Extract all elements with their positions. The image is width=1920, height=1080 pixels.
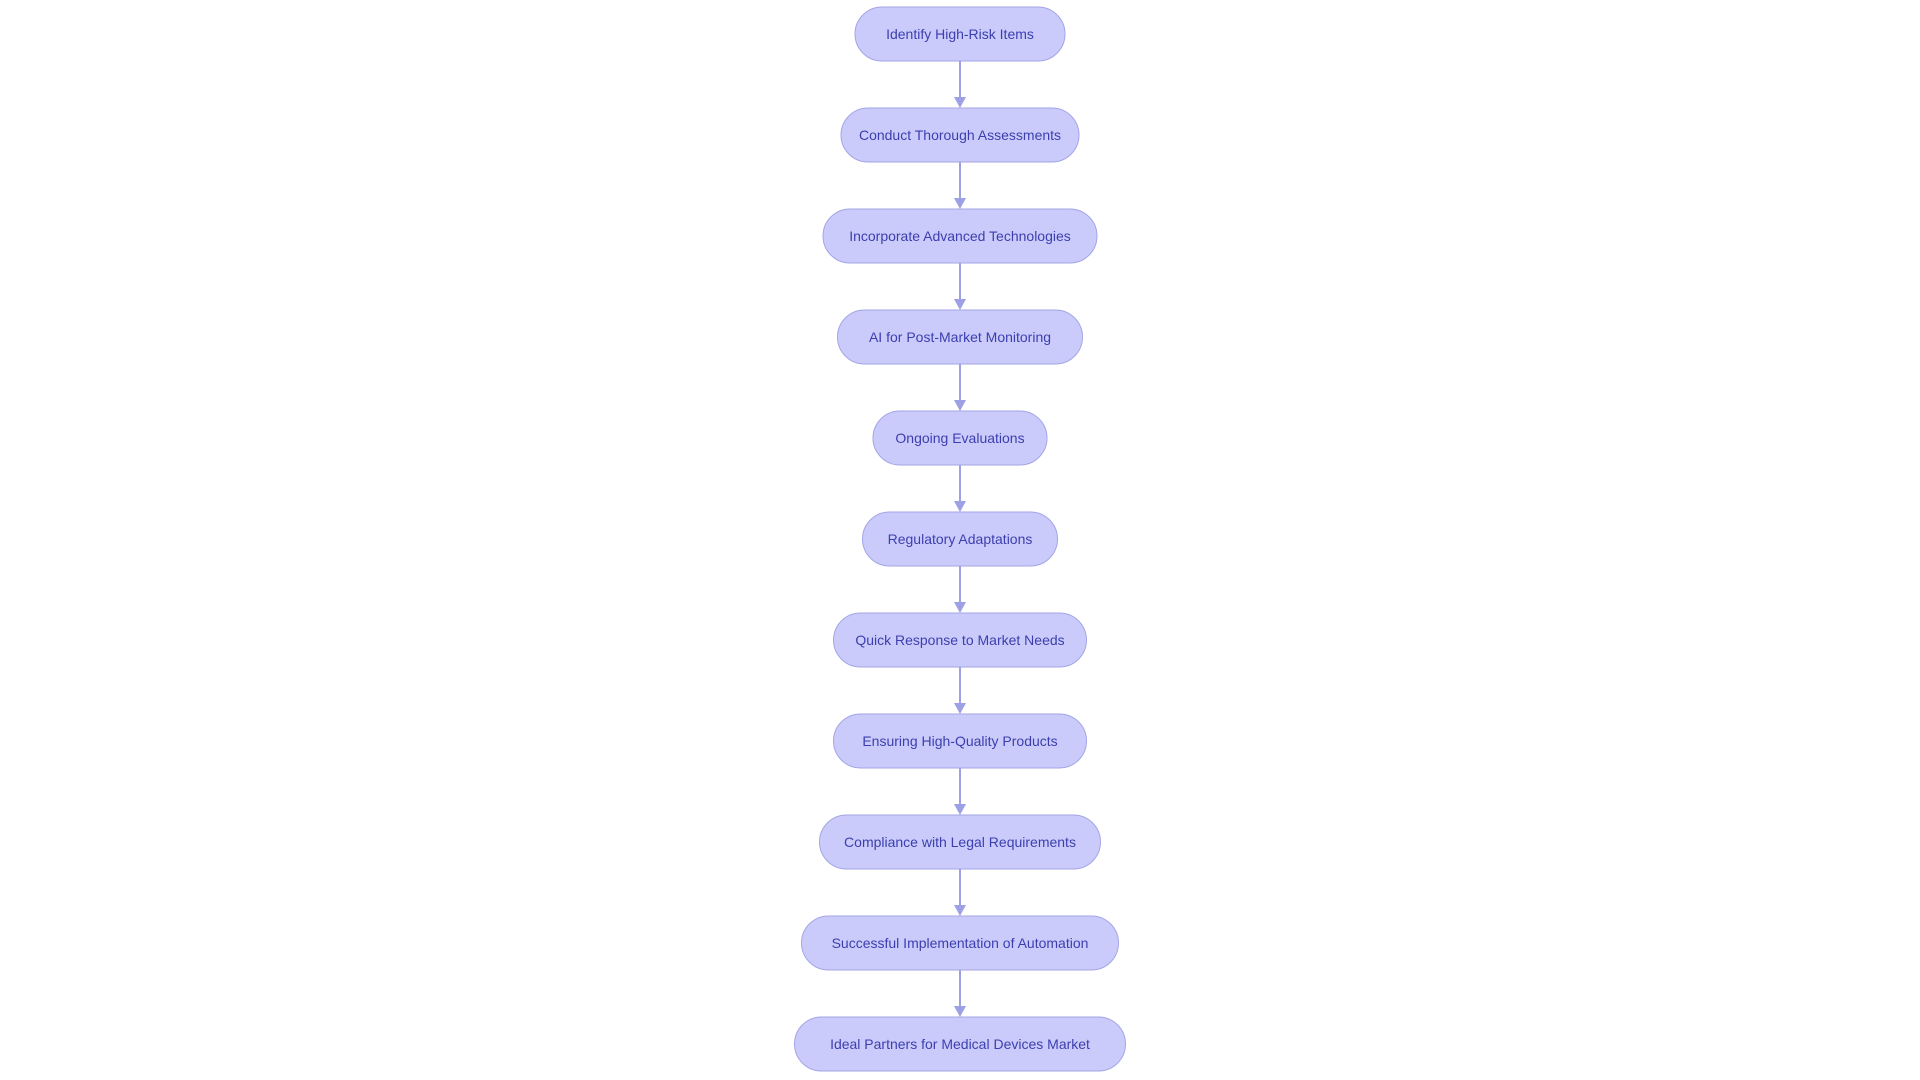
arrowhead-icon xyxy=(954,804,966,815)
arrowhead-icon xyxy=(954,400,966,411)
arrowhead-icon xyxy=(954,501,966,512)
arrowhead-icon xyxy=(954,1006,966,1017)
arrowhead-icon xyxy=(954,299,966,310)
flowchart-node: Ensuring High-Quality Products xyxy=(833,713,1087,769)
flowchart-edge xyxy=(954,465,966,512)
flowchart-node: Successful Implementation of Automation xyxy=(801,915,1119,971)
flowchart-edge xyxy=(954,970,966,1017)
flowchart-edge xyxy=(954,566,966,613)
flowchart-diagram: Identify High-Risk Items Conduct Thorough… xyxy=(794,6,1126,1072)
flowchart-node: Regulatory Adaptations xyxy=(862,511,1058,567)
node-label: Regulatory Adaptations xyxy=(888,531,1033,547)
flowchart-edge xyxy=(954,667,966,714)
flowchart-edge xyxy=(954,869,966,916)
flowchart-node: Identify High-Risk Items xyxy=(854,6,1066,62)
arrowhead-icon xyxy=(954,703,966,714)
node-label: Ensuring High-Quality Products xyxy=(862,733,1057,749)
arrowhead-icon xyxy=(954,97,966,108)
flowchart-edge xyxy=(954,364,966,411)
node-label: Successful Implementation of Automation xyxy=(832,935,1089,951)
node-label: AI for Post-Market Monitoring xyxy=(869,329,1051,345)
flowchart-node: Ideal Partners for Medical Devices Marke… xyxy=(794,1016,1126,1072)
flowchart-edge xyxy=(954,162,966,209)
flowchart-edge xyxy=(954,61,966,108)
flowchart-node: AI for Post-Market Monitoring xyxy=(837,309,1083,365)
flowchart-node: Quick Response to Market Needs xyxy=(833,612,1087,668)
node-label: Quick Response to Market Needs xyxy=(855,632,1064,648)
flowchart-node: Compliance with Legal Requirements xyxy=(819,814,1101,870)
node-label: Identify High-Risk Items xyxy=(886,26,1034,42)
arrowhead-icon xyxy=(954,905,966,916)
node-label: Ongoing Evaluations xyxy=(895,430,1024,446)
node-label: Compliance with Legal Requirements xyxy=(844,834,1076,850)
arrowhead-icon xyxy=(954,198,966,209)
flowchart-node: Incorporate Advanced Technologies xyxy=(822,208,1098,264)
flowchart-node: Conduct Thorough Assessments xyxy=(840,107,1080,163)
flowchart-node: Ongoing Evaluations xyxy=(872,410,1048,466)
node-label: Ideal Partners for Medical Devices Marke… xyxy=(830,1036,1090,1052)
flowchart-edge xyxy=(954,263,966,310)
flowchart-edge xyxy=(954,768,966,815)
arrowhead-icon xyxy=(954,602,966,613)
node-label: Incorporate Advanced Technologies xyxy=(849,228,1071,244)
node-label: Conduct Thorough Assessments xyxy=(859,127,1061,143)
